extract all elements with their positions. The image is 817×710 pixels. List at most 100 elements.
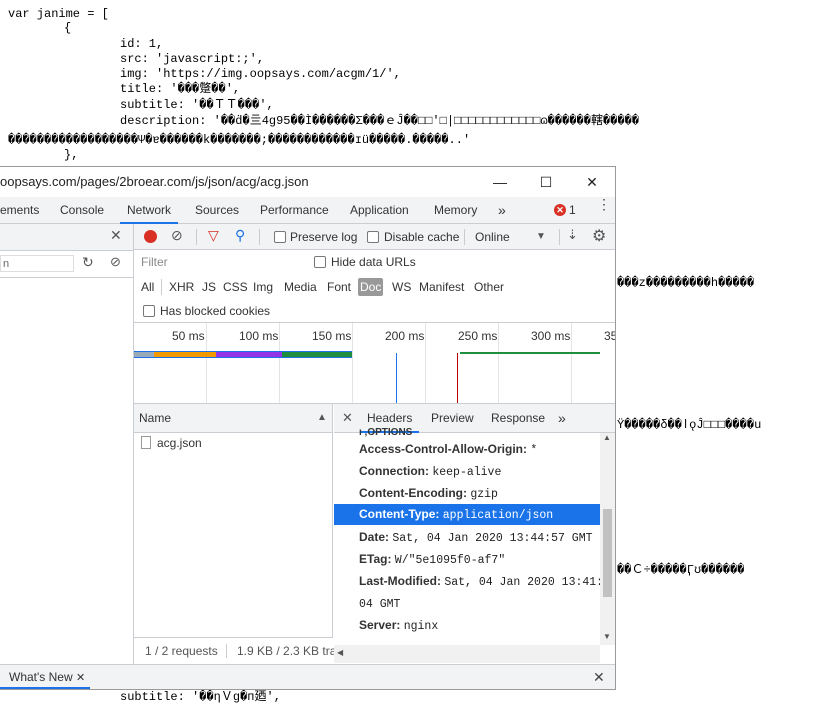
scroll-left-arrow-icon[interactable]: ◀: [337, 648, 343, 657]
request-name-column: Name ▲ acg.json: [134, 404, 333, 664]
separator: [259, 229, 260, 245]
drawer-tab-bar: What's New ✕ ✕: [0, 664, 615, 689]
code-line: ������������������Ψ�ɐ������k�������;����…: [8, 133, 471, 147]
file-icon: [141, 436, 151, 449]
separator: [196, 229, 197, 245]
timeline-tick-label: 50 ms: [172, 329, 205, 343]
header-line-selected[interactable]: Content-Type: application/json: [334, 504, 600, 525]
type-font[interactable]: Font: [325, 278, 353, 296]
tab-performance[interactable]: Performance: [260, 197, 329, 223]
name-column-header[interactable]: Name ▲: [134, 404, 332, 433]
minimize-button[interactable]: —: [477, 167, 523, 197]
type-doc[interactable]: Doc: [358, 278, 384, 296]
header-line[interactable]: Access-Control-Allow-Origin: *: [334, 438, 600, 460]
separator: [464, 229, 465, 245]
preserve-log-checkbox[interactable]: [274, 231, 286, 243]
sort-triangle-icon[interactable]: ▲: [317, 404, 327, 432]
header-line[interactable]: ETag: W/"5e1095f0-af7": [334, 548, 600, 570]
timeline-tick-label: 300 ms: [531, 329, 571, 343]
close-drawer-icon[interactable]: ✕: [593, 665, 605, 689]
timeline-tick-label: 250 ms: [458, 329, 498, 343]
timeline-selection-bottom: [134, 357, 352, 358]
header-line[interactable]: Content-Encoding: gzip: [334, 482, 600, 504]
error-icon[interactable]: ✕: [554, 204, 566, 216]
tab-network[interactable]: Network: [120, 197, 179, 224]
filter-input[interactable]: Filter: [138, 252, 301, 272]
request-count: 1 / 2 requests: [145, 644, 218, 658]
tab-application[interactable]: Application: [350, 197, 409, 223]
maximize-button[interactable]: ☐: [523, 167, 569, 197]
timeline-tick: [279, 323, 280, 403]
type-all[interactable]: All: [139, 278, 156, 296]
timeline-tick: [498, 323, 499, 403]
record-icon[interactable]: [144, 230, 157, 243]
refresh-icon[interactable]: ↻: [82, 254, 94, 271]
more-tabs-chevron-icon[interactable]: »: [498, 197, 506, 223]
timeline-tick-label: 200 ms: [385, 329, 425, 343]
scrollbar-thumb[interactable]: [603, 509, 612, 597]
close-window-button[interactable]: ✕: [569, 167, 615, 197]
type-manifest[interactable]: Manifest: [417, 278, 466, 296]
type-ws[interactable]: WS: [390, 278, 413, 296]
code-line: subtitle: '��ＴＴ���',: [120, 98, 274, 112]
transfer-size: 1.9 KB / 2.3 KB tra: [237, 644, 337, 658]
type-xhr[interactable]: XHR: [167, 278, 196, 296]
kebab-menu-icon[interactable]: ⋮: [597, 197, 611, 211]
code-line: title: '���蹩��',: [120, 82, 241, 96]
type-img[interactable]: Img: [251, 278, 275, 296]
code-line: ���z���������h�����: [617, 276, 755, 290]
code-line: {: [64, 21, 72, 35]
chevron-down-icon[interactable]: ▼: [536, 227, 546, 247]
header-line[interactable]: 04 GMT: [334, 592, 600, 614]
search-icon[interactable]: ⚲: [235, 227, 245, 244]
header-line[interactable]: Server: nginx: [334, 614, 600, 636]
type-js[interactable]: JS: [200, 278, 218, 296]
has-blocked-cookies-checkbox[interactable]: [143, 305, 155, 317]
tab-sources[interactable]: Sources: [195, 197, 239, 223]
tab-elements[interactable]: ements: [0, 197, 39, 223]
window-title: oopsays.com/pages/2broear.com/js/json/ac…: [0, 174, 309, 189]
close-pane-icon[interactable]: ✕: [110, 227, 122, 244]
tab-memory[interactable]: Memory: [434, 197, 477, 223]
type-css[interactable]: CSS: [221, 278, 250, 296]
preserve-log-label: Preserve log: [290, 230, 358, 244]
tab-console[interactable]: Console: [60, 197, 104, 223]
scroll-up-arrow-icon[interactable]: ▲: [603, 433, 611, 442]
code-line: },: [64, 148, 79, 162]
vertical-scrollbar[interactable]: ▲ ▼: [600, 433, 615, 645]
scroll-down-arrow-icon[interactable]: ▼: [603, 632, 611, 641]
close-tab-icon[interactable]: ✕: [76, 672, 85, 684]
hide-data-urls-checkbox[interactable]: [314, 256, 326, 268]
type-media[interactable]: Media: [282, 278, 319, 296]
hide-data-urls-label: Hide data URLs: [331, 255, 416, 269]
header-line[interactable]: Connection: keep-alive: [334, 460, 600, 482]
header-line[interactable]: Last-Modified: Sat, 04 Jan 2020 13:41:: [334, 570, 600, 592]
disable-cache-checkbox[interactable]: [367, 231, 379, 243]
request-row[interactable]: acg.json: [134, 433, 332, 454]
code-line: src: 'javascript:;',: [120, 52, 265, 66]
horizontal-scrollbar[interactable]: ◀: [334, 645, 600, 663]
gear-icon[interactable]: ⚙: [592, 226, 606, 246]
network-overview-timeline[interactable]: 50 ms 100 ms 150 ms 200 ms 250 ms 300 ms…: [134, 323, 615, 404]
load-marker: [457, 353, 458, 403]
timeline-tick: [571, 323, 572, 403]
title-bar: oopsays.com/pages/2broear.com/js/json/ac…: [0, 167, 615, 197]
request-detail-panel: ✕ Headers Preview Response » ı ,OPTIONS …: [334, 404, 615, 664]
left-pane-header: ✕: [0, 224, 133, 251]
left-pane-search-input[interactable]: n: [0, 255, 74, 272]
devtools-tab-bar: ements Console Network Sources Performan…: [0, 197, 615, 224]
throttling-select[interactable]: Online: [475, 224, 510, 250]
import-icon[interactable]: ⇣: [567, 227, 578, 243]
clear-icon[interactable]: ⊘: [110, 254, 121, 270]
clear-log-icon[interactable]: ⊘: [171, 227, 183, 244]
filter-funnel-icon[interactable]: ▽: [208, 227, 219, 244]
name-header-label: Name: [139, 411, 172, 425]
separator: [161, 279, 162, 295]
type-other[interactable]: Other: [472, 278, 506, 296]
timeline-tick: [352, 323, 353, 403]
request-name[interactable]: acg.json: [157, 433, 202, 454]
has-blocked-cookies-label: Has blocked cookies: [160, 304, 271, 318]
header-line[interactable]: Date: Sat, 04 Jan 2020 13:44:57 GMT: [334, 526, 600, 548]
error-count[interactable]: 1: [569, 197, 576, 223]
network-toolbar: ⊘ ▽ ⚲ Preserve log Disable cache Online …: [134, 224, 615, 250]
